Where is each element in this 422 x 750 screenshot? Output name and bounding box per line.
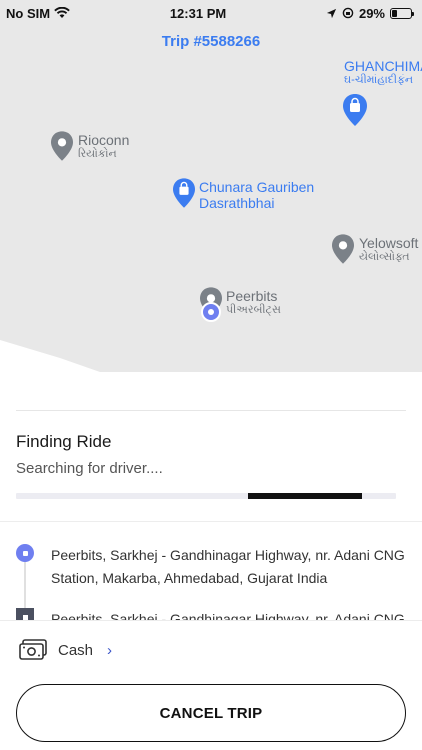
poi-subname: યેલોવ્સોફ્ત (359, 251, 410, 264)
poi-name: Chunara Gauriben (199, 179, 315, 195)
divider (0, 620, 422, 621)
battery-icon (390, 7, 414, 19)
place-pin-icon (332, 234, 354, 264)
payment-method-label: Cash (58, 641, 94, 659)
payment-method-selector[interactable]: Cash › (18, 638, 112, 662)
place-pin-icon (51, 131, 73, 161)
route-details[interactable]: Peerbits, Sarkhej - Gandhinagar Highway,… (0, 521, 422, 621)
location-arrow-icon (326, 8, 337, 18)
poi-name: GHANCHIMA (344, 58, 422, 74)
poi-name-line2: Dasrathbhai (199, 195, 275, 212)
poi-name: Yelowsoft (359, 235, 419, 251)
pickup-marker-icon (16, 544, 34, 562)
poi-ghanchima[interactable]: GHANCHIMA ઘ-ચીમાંહાદીફંન (344, 58, 422, 87)
cash-icon (19, 639, 47, 660)
divider (16, 410, 406, 411)
battery-percent: 29% (358, 5, 385, 21)
orientation-lock-icon (342, 7, 354, 19)
ride-status-subtitle: Searching for driver.... (16, 460, 163, 477)
ride-status-title: Finding Ride (16, 432, 112, 451)
search-progress-bar (16, 493, 396, 499)
shopping-bag-pin-icon (343, 94, 367, 126)
poi-name: Peerbits (226, 288, 278, 304)
map-view[interactable]: GHANCHIMA ઘ-ચીમાંહાદીફંન Rioconn રિયોકોન… (0, 0, 422, 420)
clock: 12:31 PM (169, 5, 227, 21)
status-bar: No SIM 12:31 PM 29% (0, 0, 422, 26)
current-location-marker-icon (201, 302, 221, 322)
wifi-icon (54, 7, 70, 18)
trip-title: Trip #5588266 (161, 33, 261, 50)
cancel-trip-button[interactable]: CANCEL TRIP (16, 684, 406, 742)
carrier-label: No SIM (6, 5, 51, 21)
pickup-address: Peerbits, Sarkhej - Gandhinagar Highway,… (51, 547, 405, 586)
poi-subname: પીઅરબીટ્સ (226, 304, 281, 317)
poi-chunara-gauriben[interactable]: Chunara Gauriben Dasrathbhai (199, 179, 314, 211)
poi-yelowsoft[interactable]: Yelowsoft યેલોવ્સોફ્ત (359, 235, 418, 264)
poi-subname: ઘ-ચીમાંહાદીફંન (344, 74, 414, 87)
poi-rioconn[interactable]: Rioconn રિયોકોન (78, 132, 129, 161)
poi-name: Rioconn (78, 132, 130, 148)
search-progress-indicator (248, 493, 362, 499)
shopping-bag-pin-icon (173, 178, 195, 208)
poi-peerbits[interactable]: Peerbits પીઅરબીટ્સ (226, 288, 281, 317)
chevron-right-icon: › (107, 641, 113, 659)
poi-subname: રિયોકોન (78, 148, 117, 161)
